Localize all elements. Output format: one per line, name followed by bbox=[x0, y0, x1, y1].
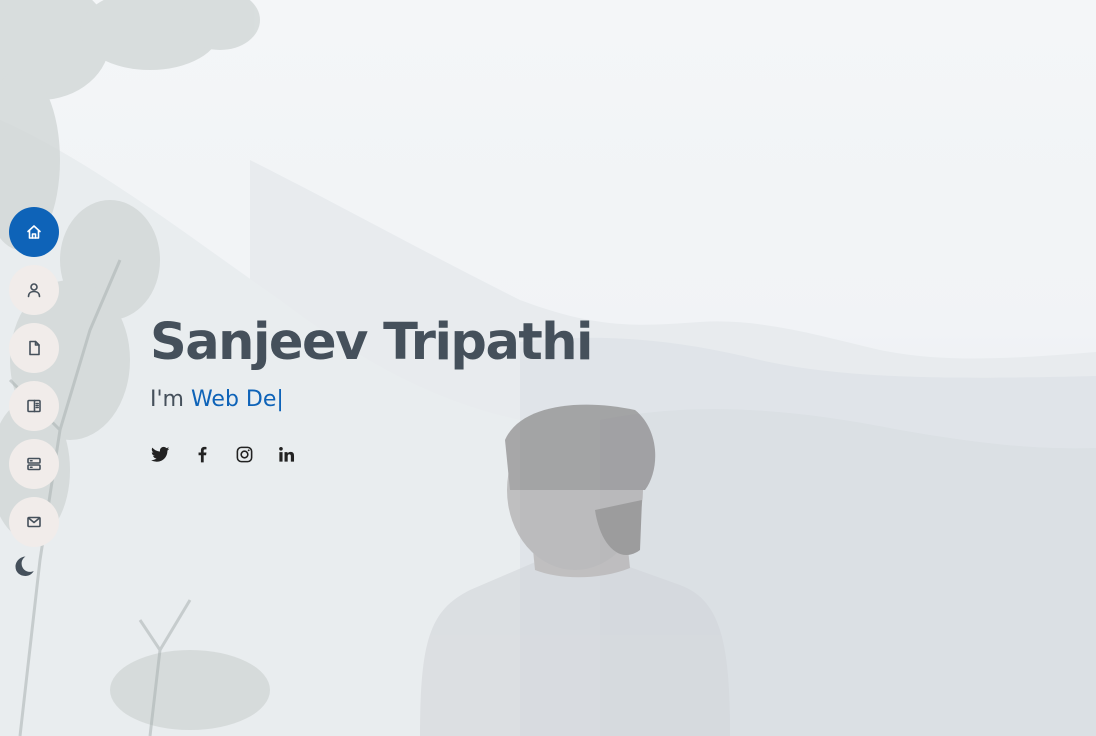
hero-section: Sanjeev Tripathi I'm Web De| bbox=[0, 0, 1096, 736]
file-icon bbox=[29, 340, 40, 356]
linkedin-icon bbox=[278, 446, 294, 462]
home-icon bbox=[27, 225, 41, 239]
nav-home-button[interactable] bbox=[9, 207, 59, 257]
envelope-icon bbox=[27, 516, 41, 528]
book-icon bbox=[27, 399, 41, 413]
twitter-icon bbox=[150, 446, 169, 462]
tagline-intro: I'm bbox=[150, 387, 191, 412]
twitter-link[interactable] bbox=[150, 443, 170, 465]
hero-name: Sanjeev Tripathi bbox=[150, 313, 594, 372]
facebook-link[interactable] bbox=[192, 443, 212, 465]
hero-tagline: I'm Web De| bbox=[150, 385, 284, 415]
nav-about-button[interactable] bbox=[9, 265, 59, 315]
server-icon bbox=[27, 457, 41, 471]
instagram-icon bbox=[236, 446, 252, 462]
nav-resume-button[interactable] bbox=[9, 323, 59, 373]
nav-contact-button[interactable] bbox=[9, 497, 59, 547]
person-icon bbox=[27, 283, 41, 298]
instagram-link[interactable] bbox=[234, 443, 254, 465]
nav-services-button[interactable] bbox=[9, 439, 59, 489]
side-nav bbox=[9, 207, 59, 547]
typed-role-text: Web De bbox=[190, 387, 277, 412]
nav-portfolio-button[interactable] bbox=[9, 381, 59, 431]
typing-cursor: | bbox=[276, 387, 284, 412]
facebook-icon bbox=[198, 446, 206, 462]
linkedin-link[interactable] bbox=[276, 443, 296, 465]
moon-icon[interactable] bbox=[12, 554, 36, 578]
social-links bbox=[150, 443, 296, 465]
